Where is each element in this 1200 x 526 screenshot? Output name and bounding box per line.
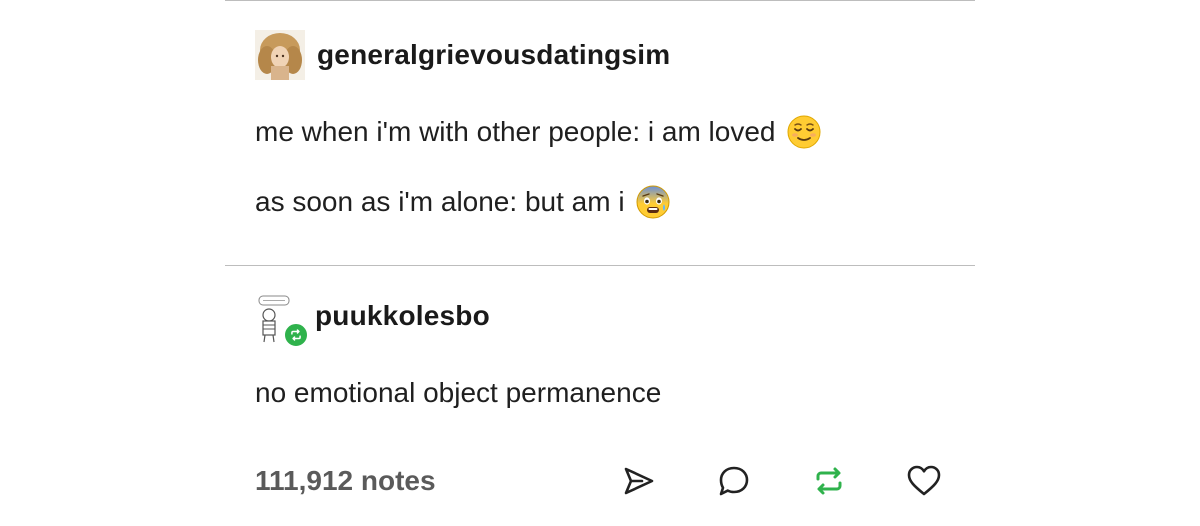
- reblog-badge-icon: [283, 322, 309, 348]
- post-text: as soon as i'm alone: but am i: [255, 186, 625, 217]
- username[interactable]: generalgrievousdatingsim: [317, 39, 670, 71]
- post-text: no emotional object permanence: [255, 377, 662, 408]
- post-text-line: me when i'm with other people: i am love…: [255, 114, 822, 150]
- share-icon: [624, 467, 654, 495]
- top-divider: [225, 0, 975, 1]
- post-footer: 111,912 notes: [255, 458, 955, 504]
- avatar[interactable]: [255, 30, 305, 80]
- relieved-face-emoji-icon: [786, 114, 822, 150]
- avatar-image: [255, 30, 305, 80]
- share-button[interactable]: [620, 462, 658, 500]
- avatar[interactable]: [255, 294, 309, 348]
- post-header-original: generalgrievousdatingsim: [255, 30, 670, 80]
- post-text: me when i'm with other people: i am love…: [255, 116, 776, 147]
- reply-icon: [719, 466, 749, 496]
- post-text-line: no emotional object permanence: [255, 377, 661, 409]
- tumblr-post: generalgrievousdatingsim me when i'm wit…: [225, 0, 975, 526]
- post-header-reblog: puukkolesbo: [255, 294, 490, 348]
- fearful-face-emoji-icon: [635, 184, 671, 220]
- notes-count[interactable]: 111,912 notes: [255, 465, 436, 497]
- heart-icon: [907, 465, 941, 496]
- reblog-icon: [816, 467, 842, 495]
- reblog-divider: [225, 265, 975, 266]
- like-button[interactable]: [905, 462, 943, 500]
- reply-button[interactable]: [715, 462, 753, 500]
- reblog-button[interactable]: [810, 462, 848, 500]
- username[interactable]: puukkolesbo: [315, 300, 490, 332]
- post-text-line: as soon as i'm alone: but am i: [255, 184, 671, 220]
